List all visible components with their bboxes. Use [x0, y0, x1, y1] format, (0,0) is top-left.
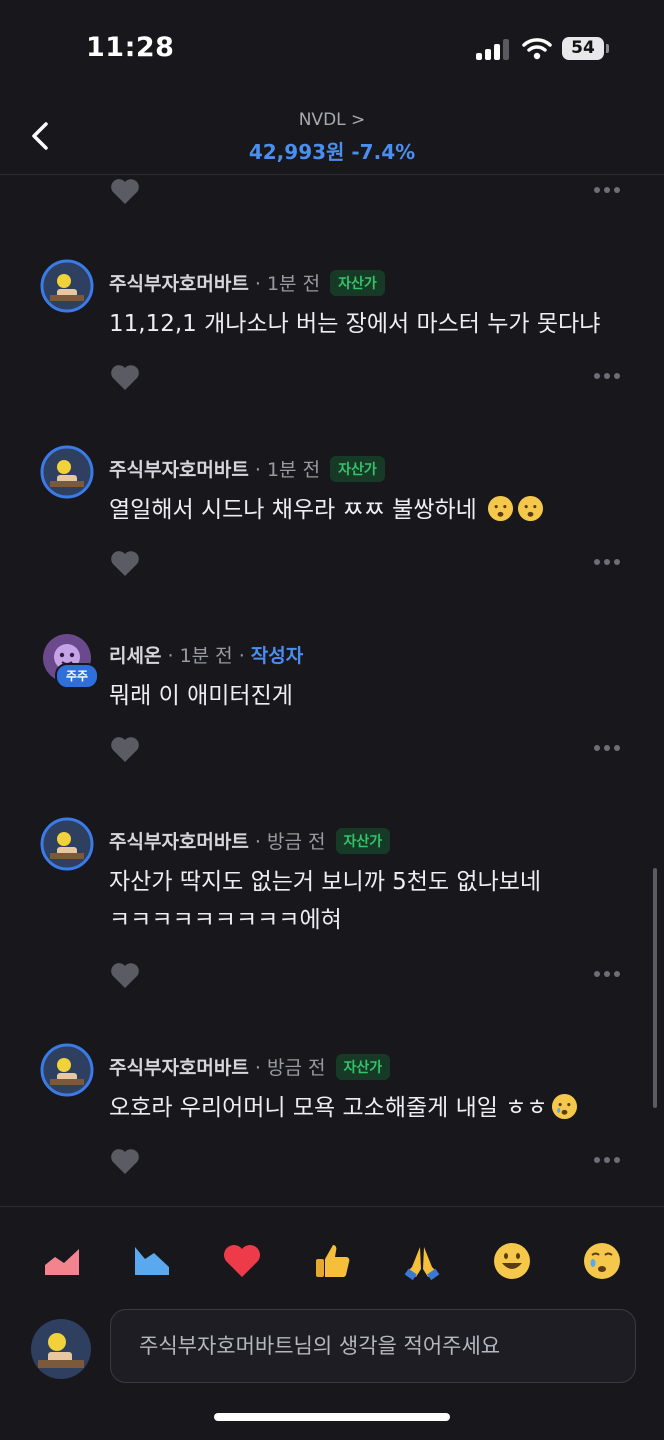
- comment-text: 오호라 우리어머니 모욕 고소해줄게 내일 ㅎㅎ: [109, 1095, 548, 1121]
- sad-face-emoji-icon: [551, 1093, 577, 1120]
- avatar[interactable]: [40, 817, 94, 871]
- asset-badge: 자산가: [335, 828, 391, 854]
- my-avatar: [31, 1319, 91, 1379]
- avatar[interactable]: [40, 259, 94, 313]
- wifi-icon: [522, 38, 552, 60]
- more-options-icon[interactable]: [593, 1156, 621, 1164]
- more-options-icon[interactable]: [593, 970, 621, 978]
- battery-icon: 54: [562, 37, 604, 60]
- cellular-signal-icon: [476, 38, 510, 60]
- comment-author-name[interactable]: 리세온: [109, 645, 161, 667]
- like-heart-icon[interactable]: [110, 961, 140, 989]
- comment-time: · 1분 전: [254, 459, 321, 481]
- reaction-bar: [0, 1206, 664, 1307]
- sad-face-emoji-icon: [488, 495, 514, 522]
- more-options-icon[interactable]: [593, 372, 621, 380]
- battery-cap: [606, 44, 609, 53]
- comment-time: · 1분 전 ·: [167, 645, 245, 667]
- avatar[interactable]: [40, 1043, 94, 1097]
- status-time: 11:28: [86, 32, 175, 63]
- asset-badge: 자산가: [330, 270, 385, 296]
- chart-up-icon[interactable]: [42, 1241, 82, 1281]
- heart-icon[interactable]: [222, 1241, 262, 1281]
- smile-icon[interactable]: [492, 1241, 532, 1281]
- shareholder-tag: 주주: [55, 663, 99, 689]
- comment-author-name[interactable]: 주식부자호머바트: [109, 1057, 249, 1079]
- chart-down-icon[interactable]: [132, 1241, 172, 1281]
- comment-input[interactable]: [110, 1309, 636, 1383]
- ticker-link[interactable]: NVDL >: [0, 110, 664, 130]
- sad-face-emoji-icon: [518, 495, 544, 522]
- like-heart-icon[interactable]: [110, 549, 140, 577]
- comment-text: 열일해서 시드나 채우라 ㅉㅉ 불쌍하네: [109, 497, 477, 523]
- comment-feed[interactable]: 주식부자호머바트 · 1분 전 자산가 11,12,1 개나소나 버는 장에서 …: [0, 175, 664, 1205]
- more-options-icon[interactable]: [593, 186, 621, 194]
- comment-text-line: ㅋㅋㅋㅋㅋㅋㅋㅋㅋ에혀: [109, 907, 342, 933]
- comment-author-name[interactable]: 주식부자호머바트: [109, 459, 249, 481]
- avatar[interactable]: [40, 445, 94, 499]
- comment-text: 뭐래 이 애미터진게: [109, 683, 293, 709]
- status-bar: 11:28 54: [0, 0, 664, 100]
- feed-scrollbar[interactable]: [653, 868, 657, 1108]
- price-change: 42,993원 -7.4%: [248, 140, 416, 164]
- author-label: 작성자: [250, 645, 304, 667]
- more-options-icon[interactable]: [593, 558, 621, 566]
- thumbs-up-icon[interactable]: [312, 1241, 352, 1281]
- comment-text-line: 자산가 딱지도 없는거 보니까 5천도 없나보네: [109, 869, 542, 895]
- more-options-icon[interactable]: [593, 744, 621, 752]
- like-heart-icon[interactable]: [110, 1147, 140, 1175]
- comment-time: · 1분 전: [254, 273, 321, 295]
- asset-badge: 자산가: [330, 456, 385, 482]
- comment-time: · 방금 전: [254, 831, 326, 853]
- pray-icon[interactable]: [402, 1241, 442, 1281]
- comment-text: 11,12,1 개나소나 버는 장에서 마스터 누가 못다냐: [109, 311, 601, 337]
- cry-icon[interactable]: [582, 1241, 622, 1281]
- home-indicator[interactable]: [214, 1413, 450, 1421]
- comment-time: · 방금 전: [254, 1057, 326, 1079]
- header: NVDL > 42,993원 -7.4%: [0, 100, 664, 175]
- asset-badge: 자산가: [335, 1054, 391, 1080]
- like-heart-icon[interactable]: [110, 177, 140, 205]
- like-heart-icon[interactable]: [110, 735, 140, 763]
- comment-author-name[interactable]: 주식부자호머바트: [109, 273, 249, 295]
- comment-author-name[interactable]: 주식부자호머바트: [109, 831, 249, 853]
- like-heart-icon[interactable]: [110, 363, 140, 391]
